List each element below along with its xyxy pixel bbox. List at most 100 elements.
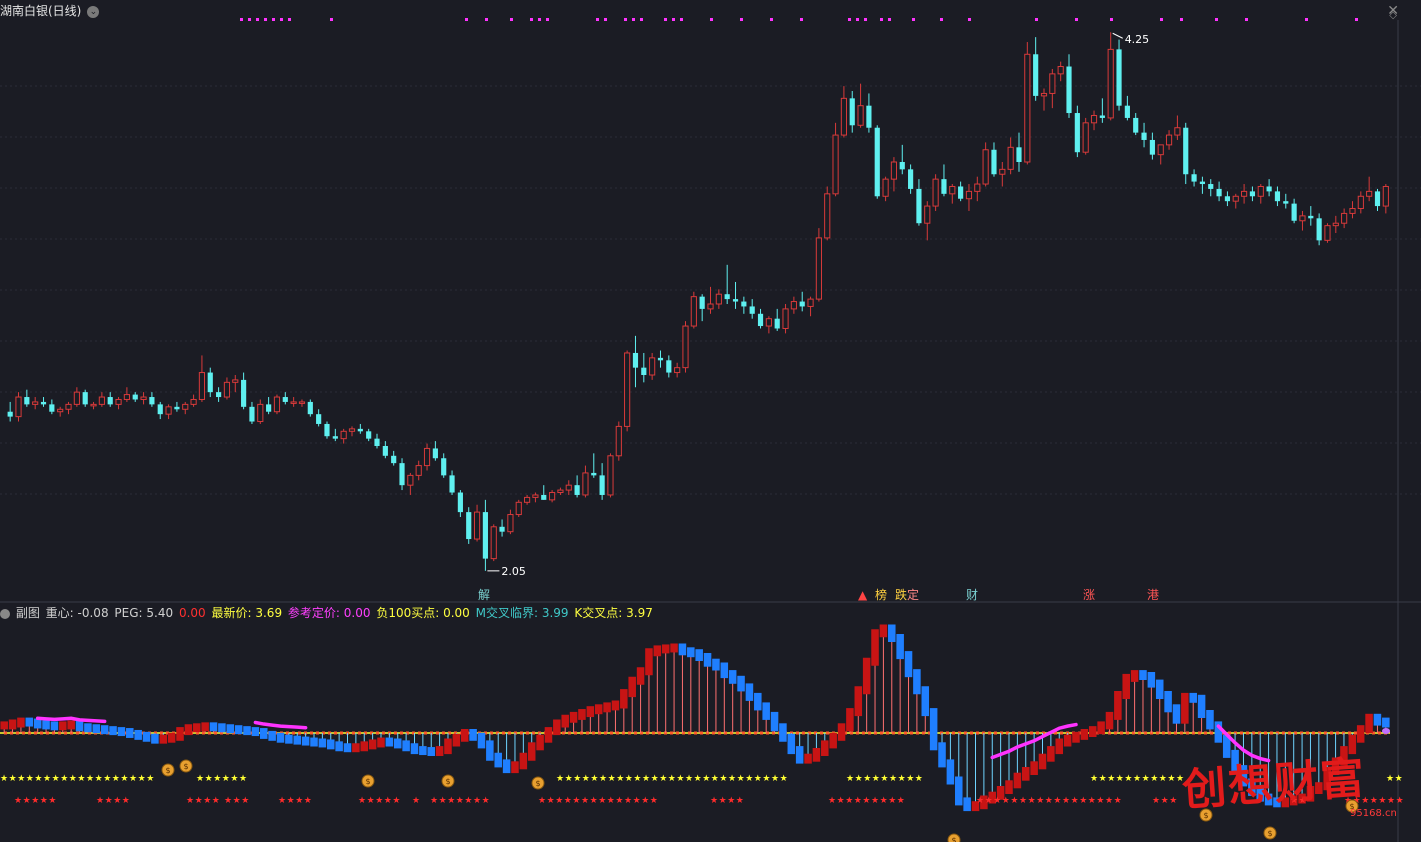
yellow-star: ★ [1090,774,1098,784]
watermark-url: 95168.cn [1350,808,1397,819]
zero-line-dot [652,731,655,735]
momentum-block [435,746,444,756]
signal-dot [596,18,599,21]
zero-line-dot [418,731,421,735]
momentum-block [954,776,963,806]
zero-line-dot [400,731,403,735]
candle-body [1157,144,1164,156]
legend-red-value: 0.00 [178,606,206,620]
candle-body [1208,184,1214,189]
red-star: ★ [897,796,905,806]
zero-line-dot [76,731,79,735]
zero-line-dot [1378,731,1381,735]
signal-dot [632,18,635,21]
signal-dot [240,18,243,21]
yellow-star: ★ [915,774,923,784]
candle-body [423,447,431,467]
red-star: ★ [727,796,735,806]
zero-line-dot [160,731,163,735]
signal-dot [1305,18,1308,21]
momentum-block [469,729,477,741]
momentum-block [393,738,402,749]
candle-body [73,391,80,405]
momentum-block [762,702,770,720]
signal-dot [664,18,667,21]
money-bag-icon-glyph: $ [445,777,450,786]
candle-body [1024,53,1031,163]
red-star: ★ [1114,796,1122,806]
zero-line-dot [490,731,493,735]
yellow-star: ★ [702,774,710,784]
yellow-star: ★ [676,774,684,784]
signal-dot [538,18,541,21]
momentum-block [1105,711,1114,730]
candle-body [1299,215,1306,222]
zero-line-dot [820,731,823,735]
signal-dot [968,18,971,21]
candle-body [1099,115,1105,118]
zero-line-dot [442,731,445,735]
zero-line-dot [670,731,673,735]
momentum-block [343,743,352,753]
momentum-block [159,734,168,744]
momentum-block [779,723,787,742]
candle-body [391,455,397,464]
candle-body [482,512,488,559]
yellow-star: ★ [906,774,914,784]
zero-line-dot [1018,731,1021,735]
red-star: ★ [412,796,420,806]
candle-body [40,401,47,405]
candle-body [882,178,889,197]
candle-body [340,430,347,440]
red-star: ★ [1053,796,1061,806]
red-star: ★ [105,796,113,806]
candle-body [1066,66,1072,114]
momentum-block [1021,767,1030,781]
zero-line-dot [1144,731,1147,735]
red-star: ★ [1387,796,1395,806]
candle-body [198,372,206,400]
signal-dot [710,18,713,21]
zero-line-dot [316,731,319,735]
legend-reference-price: 参考定价: 0.00 [287,606,371,620]
legend-center: 重心: -0.08 [45,606,109,620]
yellow-star: ★ [95,774,103,784]
candle-body [157,404,163,415]
zero-line-dot [1162,731,1165,735]
red-star: ★ [641,796,649,806]
red-star: ★ [31,796,39,806]
red-star: ★ [14,796,22,806]
candle-body [1257,185,1264,197]
zero-line-dot [1354,731,1357,735]
red-star: ★ [633,796,641,806]
yellow-star: ★ [205,774,213,784]
momentum-block [871,629,879,666]
yellow-star: ★ [1386,774,1394,784]
signal-dot [624,18,627,21]
zero-line-dot [850,731,853,735]
yellow-star: ★ [608,774,616,784]
candle-body [307,401,313,415]
yellow-star: ★ [17,774,25,784]
yellow-star: ★ [780,774,788,784]
zero-line-dot [802,731,805,735]
sub-chart-settings-icon[interactable] [0,608,10,619]
momentum-block [1189,692,1197,703]
yellow-star: ★ [771,774,779,784]
yellow-star: ★ [1124,774,1132,784]
candle-body [982,149,989,185]
candle-body [599,475,605,495]
signal-dot [272,18,275,21]
candle-body [916,188,922,224]
momentum-block [913,669,921,695]
candle-body [1216,188,1222,197]
zero-line-dot [904,731,907,735]
candle-body [690,296,697,327]
candle-body [49,404,55,412]
event-tag: 港 [1147,588,1159,602]
reference-signal-line [253,720,308,730]
money-bag-icon-glyph: $ [165,766,170,775]
red-star: ★ [430,796,438,806]
zero-line-dot [994,731,997,735]
red-star: ★ [624,796,632,806]
